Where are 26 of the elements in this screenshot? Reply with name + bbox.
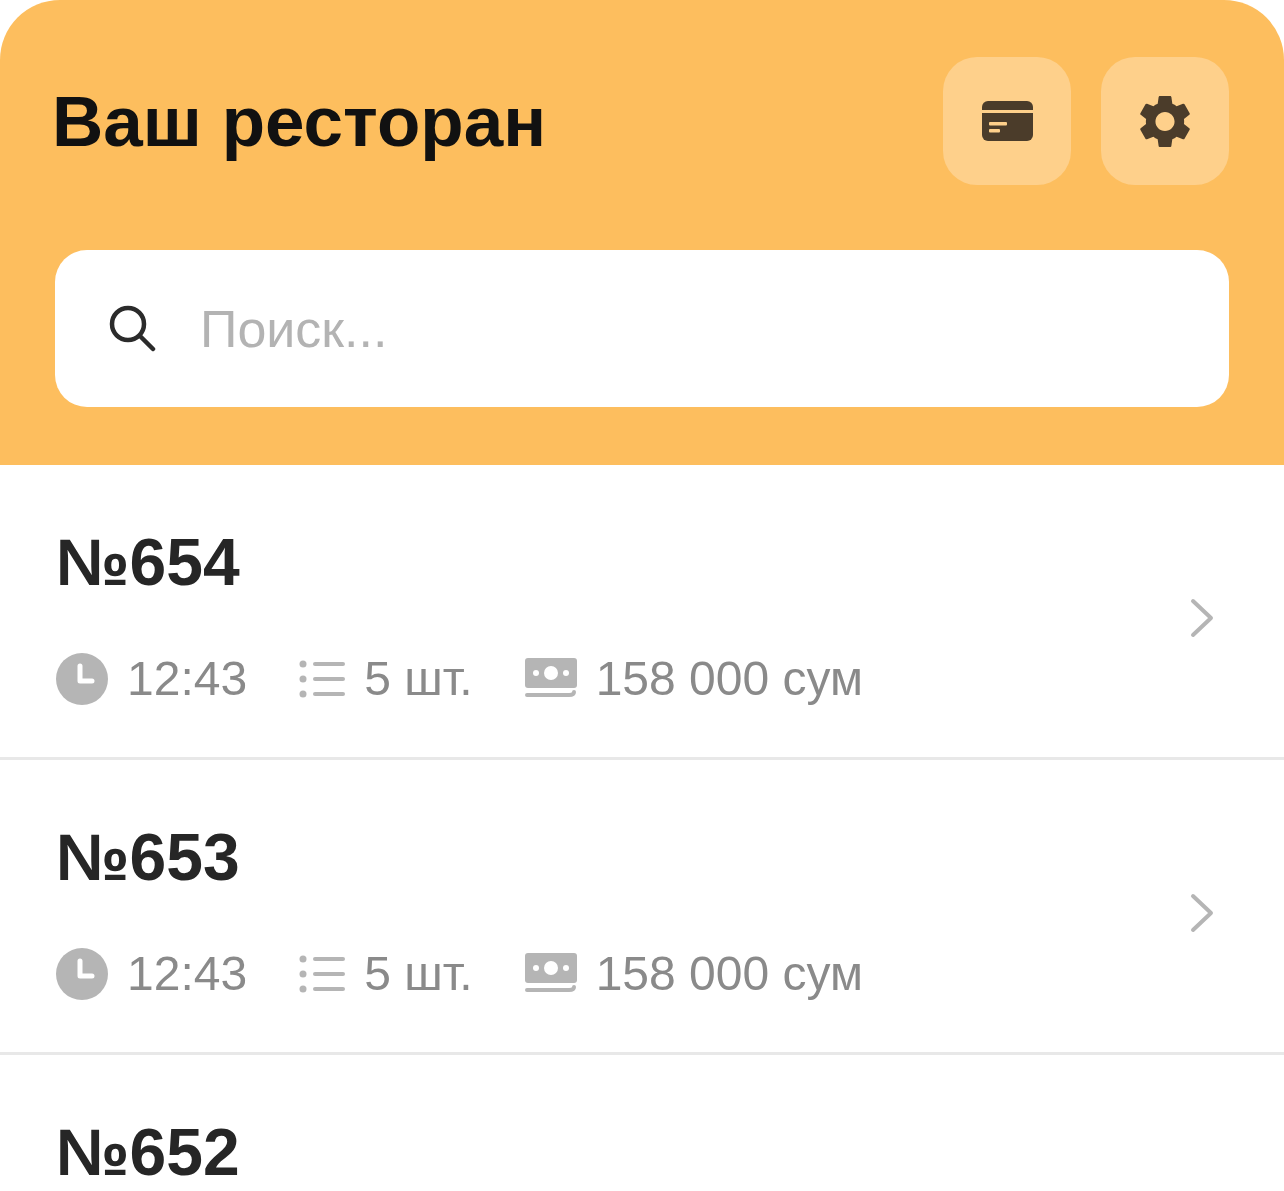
list-icon: [299, 660, 346, 698]
item-count: 5 шт.: [364, 950, 473, 998]
order-total: 158 000 сум: [595, 655, 863, 703]
item-count: 5 шт.: [364, 655, 473, 703]
search-field[interactable]: Поиск...: [55, 250, 1229, 407]
banknote-icon: [524, 953, 577, 995]
chevron-right-icon: [1190, 598, 1214, 638]
chevron-right-icon: [1190, 893, 1214, 933]
order-row[interactable]: №654 12:43 5 шт. 158 000 сум: [0, 465, 1284, 760]
order-time: 12:43: [127, 950, 248, 998]
order-total: 158 000 сум: [595, 950, 863, 998]
credit-card-icon: [981, 101, 1033, 141]
settings-button[interactable]: [1101, 57, 1229, 185]
clock-icon: [56, 653, 108, 705]
list-icon: [299, 955, 346, 993]
order-number: №654: [56, 529, 240, 595]
order-row[interactable]: №653 12:43 5 шт. 158 000 сум: [0, 760, 1284, 1055]
banknote-icon: [524, 658, 577, 700]
order-number: №652: [56, 1119, 240, 1185]
settings-icon: [1140, 95, 1190, 147]
order-time: 12:43: [127, 655, 248, 703]
card-button[interactable]: [943, 57, 1071, 185]
search-icon: [109, 305, 156, 352]
clock-icon: [56, 948, 108, 1000]
order-row[interactable]: №652: [0, 1055, 1284, 1191]
order-number: №653: [56, 824, 240, 890]
